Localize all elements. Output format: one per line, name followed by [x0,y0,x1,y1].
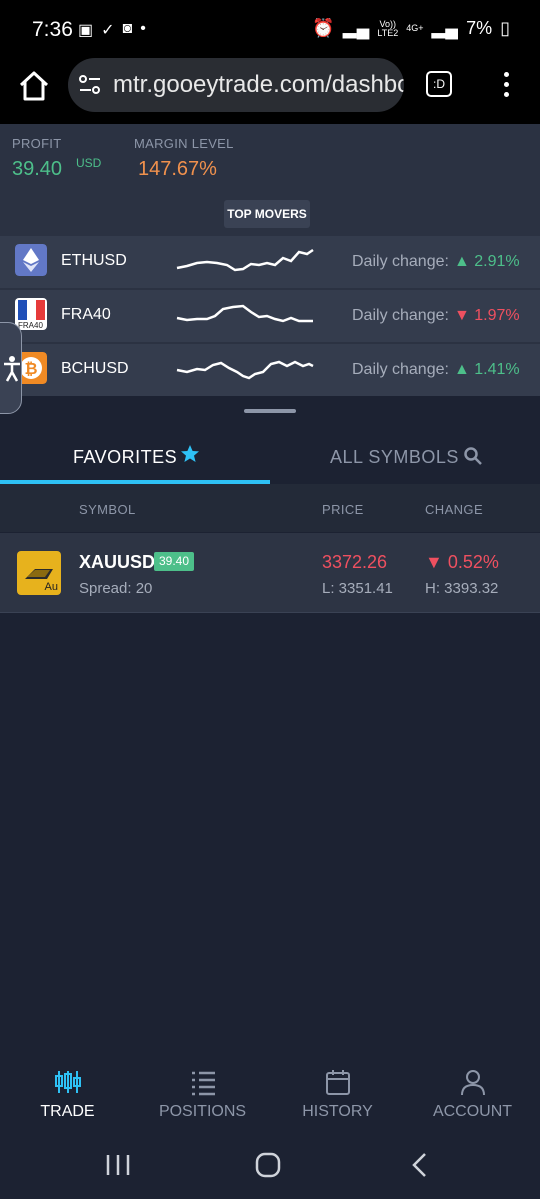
triangle-down-icon: ▼ [454,307,475,324]
daily-change-label: Daily change: [352,253,449,270]
sparkline-chart [176,304,313,323]
mover-row-ethusd[interactable]: ETHUSD Daily change: ▲ 2.91% [0,236,540,288]
system-navigation-bar [0,1140,540,1199]
tab-switcher-button[interactable]: :D [426,71,452,97]
triangle-up-icon: ▲ [454,361,475,378]
status-time: 7:36 [32,18,73,41]
triangle-down-icon: ▼ [425,552,448,572]
game-controller-icon: ◙ [122,20,133,37]
header-price: PRICE [322,502,364,517]
user-icon [461,1070,485,1096]
sparkline-chart [176,360,314,380]
nav-trade[interactable]: TRADE [0,1060,135,1140]
profit-currency: USD [76,156,102,170]
nav-account-label: ACCOUNT [432,1103,513,1120]
profit-value: 39.40 [12,158,63,180]
row-spread: Spread: 20 [79,580,153,597]
gallery-icon: ▣ [78,22,94,39]
ethereum-icon [15,244,47,276]
header-symbol: SYMBOL [79,502,136,517]
daily-change-label: Daily change: [352,361,449,378]
header-change: CHANGE [425,502,484,517]
france-flag-icon: FRA40 [15,298,47,330]
triangle-up-icon: ▲ [454,253,475,270]
site-settings-icon[interactable] [78,74,102,96]
profit-label: PROFIT [12,136,62,151]
top-movers-button[interactable]: TOP MOVERS [224,200,310,228]
signal-icon-2: ▂▄ [431,18,459,38]
nav-account[interactable]: ACCOUNT [405,1060,540,1140]
margin-level-value: 147.67% [138,158,217,180]
data-type-indicator: 4G+ [406,23,424,33]
symbol-tabs: FAVORITES ALL SYMBOLS [0,430,540,484]
sparkline-chart [176,248,314,272]
profit-badge: 39.40 [154,552,195,571]
mover-row-fra40[interactable]: FRA40 FRA40 Daily change: ▼ 1.97% [0,290,540,342]
status-bar: 7:36 ▣ ✓ ◙ • ⏰ ▂▄ Vo)) LTE2 4G+ ▂▄ 7% ▯ [0,0,540,58]
daily-change-value: ▼ 1.97% [454,307,520,324]
top-movers-list: ETHUSD Daily change: ▲ 2.91% FRA40 FRA40… [0,236,540,396]
gold-icon-caption: Au [44,581,58,593]
tab-favorites[interactable]: FAVORITES [0,430,270,484]
back-icon[interactable] [410,1152,430,1178]
nav-positions[interactable]: POSITIONS [135,1060,270,1140]
account-summary: PROFIT 39.40 USD MARGIN LEVEL 147.67% TO… [0,124,540,236]
margin-level-label: MARGIN LEVEL [134,136,234,151]
mover-symbol: BCHUSD [61,360,129,377]
url-text: mtr.gooeytrade.com/dashbo [113,71,404,98]
nav-history[interactable]: HISTORY [270,1060,405,1140]
table-row[interactable]: Au XAUUSD 39.40 Spread: 20 3372.26 L: 33… [0,533,540,613]
battery-icon: ▯ [500,18,510,38]
accessibility-handle[interactable] [0,322,22,414]
home-circle-icon[interactable] [255,1152,281,1178]
flag-caption: FRA40 [18,321,43,330]
mover-symbol: FRA40 [61,306,111,323]
nav-history-label: HISTORY [302,1103,373,1120]
calendar-icon [326,1070,350,1095]
signal-icon: ▂▄ [342,18,370,38]
browser-toolbar: mtr.gooeytrade.com/dashbo :D [0,58,540,124]
row-change: ▼ 0.52% [425,552,499,572]
nav-positions-label: POSITIONS [158,1103,247,1120]
table-header: SYMBOL PRICE CHANGE [0,484,540,532]
row-low: L: 3351.41 [322,580,393,597]
tab-all-symbols[interactable]: ALL SYMBOLS [270,430,540,484]
bottom-navigation: TRADE POSITIONS HISTORY ACCOUNT [0,1060,540,1140]
recent-apps-icon[interactable] [105,1153,131,1177]
mover-row-bchusd[interactable]: ₿ BCHUSD Daily change: ▲ 1.41% [0,344,540,396]
star-icon [181,445,199,462]
search-icon[interactable] [463,446,483,466]
tab-favorites-label: FAVORITES [73,447,178,467]
accessibility-icon [4,356,20,382]
battery-level: 7% [466,18,493,38]
row-high: H: 3393.32 [425,580,499,597]
daily-change-value: ▲ 1.41% [454,361,520,378]
daily-change-label: Daily change: [352,307,449,324]
row-symbol: XAUUSD [79,552,156,572]
alarm-icon: ⏰ [312,18,335,38]
dot-icon: • [140,20,146,37]
more-menu-icon[interactable] [496,70,516,100]
address-bar[interactable]: mtr.gooeytrade.com/dashbo [68,58,404,112]
panel-drag-handle[interactable] [244,409,296,413]
tab-all-symbols-label: ALL SYMBOLS [330,447,459,467]
gold-bar-icon: Au [17,551,61,595]
volte-indicator: Vo)) LTE2 [377,18,399,38]
candlestick-icon [55,1071,81,1093]
home-icon[interactable] [16,68,52,104]
nav-trade-label: TRADE [40,1103,95,1120]
list-icon [192,1071,215,1096]
mover-symbol: ETHUSD [61,252,127,269]
row-price: 3372.26 [322,552,388,572]
svg-text:₿: ₿ [24,359,37,378]
daily-change-value: ▲ 2.91% [454,253,520,270]
check-circle-icon: ✓ [101,22,115,39]
